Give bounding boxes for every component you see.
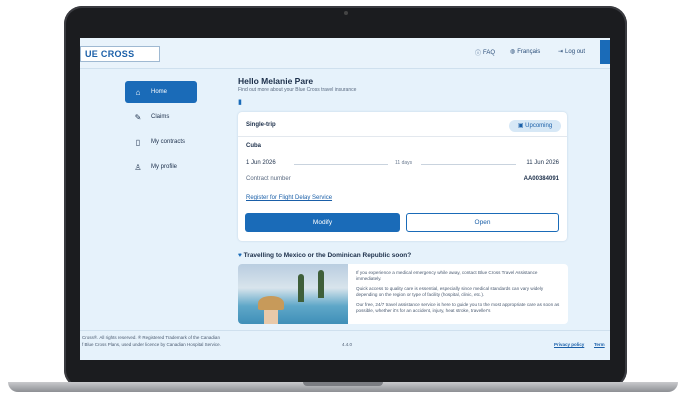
sidebar-item-claims[interactable]: ✎ Claims — [125, 106, 197, 128]
page-title: Hello Melanie Pare — [238, 76, 314, 86]
end-date: 11 Jun 2026 — [526, 160, 559, 166]
main-header: Hello Melanie Pare Find out more about y… — [238, 76, 568, 106]
promo-text: If you experience a medical emergency wh… — [356, 270, 560, 313]
sidebar-item-home[interactable]: ⌂ Home — [125, 81, 197, 103]
language-link[interactable]: ◍ Français — [510, 48, 540, 56]
beach-photo — [238, 264, 348, 324]
status-badge: ▣ Upcoming — [509, 120, 561, 132]
sidebar-item-my-contracts[interactable]: ▯ My contracts — [125, 131, 197, 153]
promo-card: If you experience a medical emergency wh… — [238, 264, 568, 324]
logout-link[interactable]: ⇥ Log out — [558, 48, 585, 56]
laptop-notch — [303, 382, 383, 386]
start-date: 1 Jun 2026 — [246, 160, 276, 166]
date-line-right — [421, 164, 516, 165]
privacy-policy-link[interactable]: Privacy policy — [554, 342, 584, 347]
copyright-line-1: Cross®. All rights reserved. ® Registere… — [82, 335, 220, 340]
date-line-left — [294, 164, 388, 165]
person-icon: ♙ — [134, 162, 142, 172]
footer: Cross®. All rights reserved. ® Registere… — [80, 330, 610, 353]
faq-link[interactable]: ⓘ FAQ — [475, 48, 495, 58]
contract-number-label: Contract number — [246, 176, 291, 182]
app-screen: UE CROSS ⓘ FAQ ◍ Français ⇥ Log out ⌂ Ho… — [80, 38, 610, 360]
document-icon: ▮ — [238, 99, 242, 106]
contract-number-value: AA00384091 — [523, 176, 559, 182]
header-edge-button[interactable] — [600, 40, 610, 64]
document-icon: ▯ — [135, 137, 141, 147]
copyright-line-2: f Blue Cross Plans, used under licence b… — [82, 342, 221, 347]
palm-tree — [318, 270, 324, 298]
flight-delay-link[interactable]: Register for Flight Delay Service — [246, 195, 559, 201]
question-icon: ⓘ — [475, 51, 482, 57]
page-subtitle: Find out more about your Blue Cross trav… — [238, 87, 357, 93]
laptop-base — [8, 382, 678, 392]
terms-link[interactable]: Term — [594, 342, 605, 347]
logout-icon: ⇥ — [558, 49, 564, 55]
globe-icon: ◍ — [510, 49, 516, 55]
divider — [238, 136, 567, 137]
brand-logo[interactable]: UE CROSS — [80, 46, 160, 62]
sun-hat — [258, 296, 284, 310]
home-icon: ⌂ — [135, 87, 141, 97]
sidebar-item-my-profile[interactable]: ♙ My profile — [125, 156, 197, 178]
sidebar: ⌂ Home ✎ Claims ▯ My contracts ♙ My prof… — [125, 81, 197, 181]
promo-title: ♥ Travelling to Mexico or the Dominican … — [238, 252, 412, 259]
megaphone-icon: ✎ — [134, 112, 142, 122]
modify-button[interactable]: Modify — [245, 213, 400, 232]
destination: Cuba — [246, 143, 261, 149]
calendar-icon: ▣ — [517, 123, 524, 129]
trip-duration: 11 days — [395, 160, 413, 166]
camera-icon — [343, 11, 348, 15]
app-version: 4.4.0 — [342, 342, 353, 347]
contract-card: Single-trip ▣ Upcoming Cuba 1 Jun 2026 1… — [238, 112, 567, 241]
top-header: UE CROSS ⓘ FAQ ◍ Français ⇥ Log out — [80, 38, 610, 69]
heart-icon: ♥ — [238, 252, 242, 259]
palm-tree — [298, 274, 304, 302]
open-button[interactable]: Open — [406, 213, 559, 232]
